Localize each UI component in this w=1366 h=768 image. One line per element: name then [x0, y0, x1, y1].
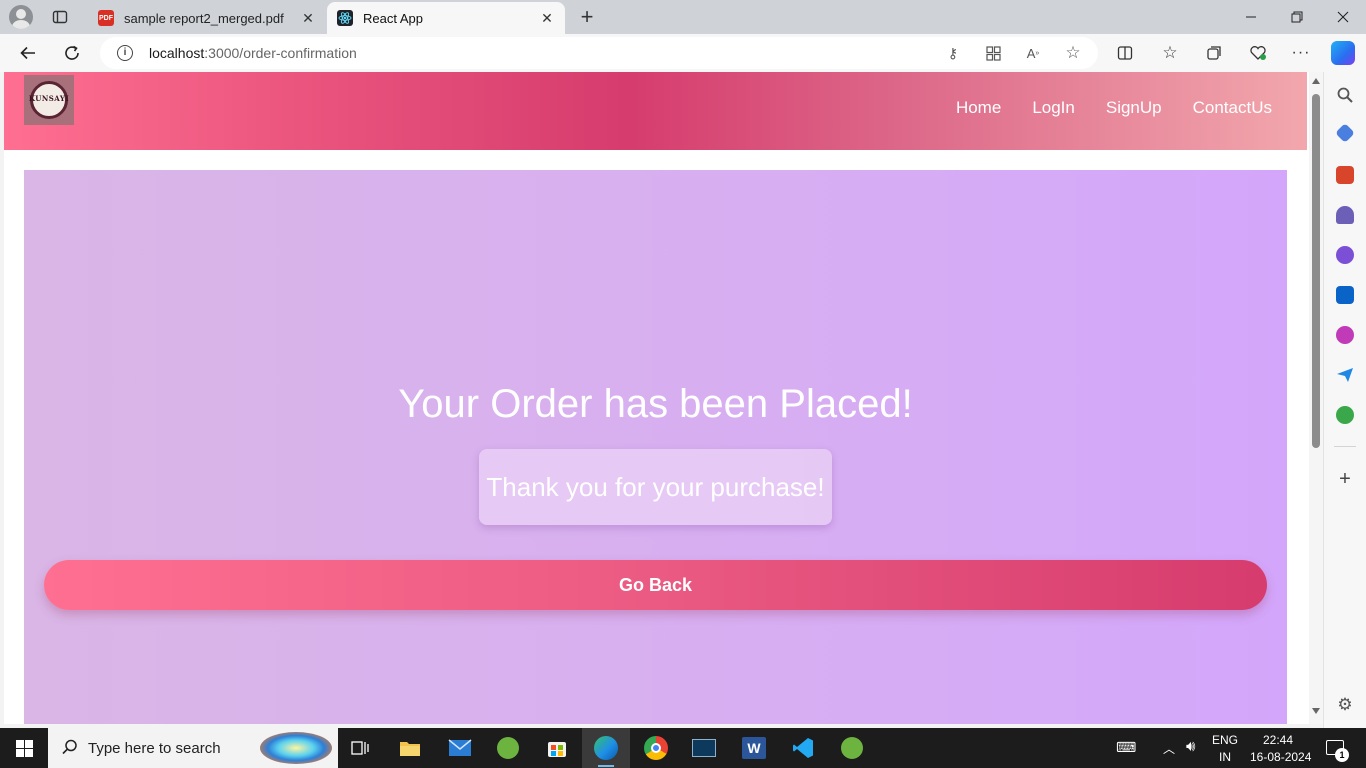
tab-react-app[interactable]: React App ✕ — [327, 2, 565, 34]
restore-icon[interactable] — [1274, 0, 1320, 34]
site-info-icon[interactable]: i — [117, 45, 133, 61]
search-icon — [62, 739, 78, 755]
page-scrollbar[interactable] — [1309, 72, 1323, 724]
app-available-icon[interactable] — [983, 43, 1003, 63]
volume-icon[interactable]: 🔊︎ — [1186, 738, 1195, 755]
task-view-icon[interactable] — [336, 728, 384, 768]
mail-icon[interactable] — [436, 728, 484, 768]
thank-you-box: Thank you for your purchase! — [479, 449, 832, 525]
spring-boot-icon[interactable] — [828, 728, 876, 768]
profile-icon[interactable] — [9, 5, 33, 29]
site-header: KUNSAYI Home LogIn SignUp ContactUs — [4, 72, 1307, 150]
url-host: localhost — [149, 45, 205, 61]
sidebar-divider — [1334, 446, 1356, 447]
games-icon[interactable] — [1336, 206, 1354, 224]
refresh-icon[interactable] — [58, 39, 86, 67]
nav-signup-link[interactable]: SignUp — [1106, 98, 1162, 118]
password-key-icon[interactable]: ⚷ — [943, 43, 963, 63]
browser-toolbar: i localhost:3000/order-confirmation ⚷ A»… — [0, 34, 1366, 72]
search-placeholder: Type here to search — [88, 740, 221, 757]
scrollbar-thumb[interactable] — [1312, 94, 1320, 448]
url-text: localhost:3000/order-confirmation — [149, 45, 357, 61]
search-highlight-art — [260, 732, 332, 764]
input-language[interactable]: ENG — [1212, 733, 1238, 747]
tab-strip: PDF sample report2_merged.pdf ✕ React Ap… — [0, 0, 1366, 34]
logo-text: KUNSAYI — [28, 94, 70, 103]
tab-title: sample report2_merged.pdf — [124, 10, 284, 26]
active-app-indicator — [598, 765, 614, 767]
collections-icon[interactable] — [1204, 43, 1224, 63]
show-hidden-icons-icon[interactable]: ︿ — [1163, 740, 1175, 757]
scroll-up-icon[interactable] — [1312, 78, 1320, 84]
react-icon — [337, 10, 353, 26]
tab-pdf[interactable]: PDF sample report2_merged.pdf ✕ — [88, 2, 326, 34]
file-explorer-icon[interactable] — [386, 728, 434, 768]
site-logo[interactable]: KUNSAYI — [24, 75, 74, 125]
search-icon[interactable] — [1336, 86, 1354, 104]
minimize-icon[interactable] — [1228, 0, 1274, 34]
add-sidebar-app-icon[interactable]: + — [1336, 469, 1354, 489]
clock-time[interactable]: 22:44 — [1263, 733, 1293, 747]
page-viewport: KUNSAYI Home LogIn SignUp ContactUs Your… — [4, 72, 1323, 724]
windows-taskbar: Type here to search W ⌨ ︿ 🔊︎ ENG IN 22:4 — [0, 728, 1366, 768]
chrome-icon[interactable] — [632, 728, 680, 768]
word-icon[interactable]: W — [730, 728, 778, 768]
go-back-button[interactable]: Go Back — [44, 560, 1267, 610]
notification-badge: 1 — [1335, 748, 1349, 762]
scroll-down-icon[interactable] — [1312, 708, 1320, 714]
order-confirmation-card: Your Order has been Placed! Thank you fo… — [24, 170, 1287, 724]
address-bar[interactable]: i localhost:3000/order-confirmation ⚷ A»… — [100, 37, 1098, 69]
tab-actions-icon[interactable] — [48, 5, 72, 29]
sidebar-settings-icon[interactable]: ⚙ — [1336, 696, 1354, 714]
new-tab-icon[interactable]: + — [575, 4, 599, 29]
order-confirmation-title: Your Order has been Placed! — [398, 382, 913, 426]
edge-sidebar: + ⚙ — [1323, 72, 1366, 728]
main-nav: Home LogIn SignUp ContactUs — [956, 98, 1272, 118]
outlook-icon[interactable] — [1336, 286, 1354, 304]
tree-icon[interactable] — [1336, 406, 1354, 424]
pdf-icon: PDF — [98, 10, 114, 26]
designer-icon[interactable] — [1336, 326, 1354, 344]
send-icon[interactable] — [1336, 366, 1354, 384]
more-menu-icon[interactable]: ··· — [1291, 43, 1311, 63]
close-tab-icon[interactable]: ✕ — [296, 6, 320, 30]
back-icon[interactable] — [14, 39, 42, 67]
nav-contact-link[interactable]: ContactUs — [1193, 98, 1272, 118]
favorites-icon[interactable]: ☆ — [1160, 43, 1180, 63]
microsoft-store-icon[interactable] — [533, 728, 581, 768]
close-window-icon[interactable] — [1320, 0, 1366, 34]
windows-logo-icon — [15, 739, 33, 757]
read-aloud-icon[interactable]: A» — [1023, 43, 1043, 63]
input-region[interactable]: IN — [1219, 750, 1231, 764]
copilot-icon[interactable] — [1331, 41, 1355, 65]
shopping-tag-icon[interactable] — [1335, 123, 1355, 143]
clock-date[interactable]: 16-08-2024 — [1250, 750, 1311, 764]
tab-title: React App — [363, 10, 423, 26]
edge-browser-icon[interactable] — [582, 728, 630, 768]
start-button[interactable] — [0, 728, 48, 768]
url-path: :3000/order-confirmation — [204, 45, 357, 61]
split-screen-icon[interactable] — [1115, 43, 1135, 63]
thank-you-message: Thank you for your purchase! — [486, 471, 825, 502]
microsoft-365-icon[interactable] — [1336, 246, 1354, 264]
browser-essentials-icon[interactable] — [1248, 43, 1268, 63]
favorite-star-icon[interactable]: ☆ — [1063, 43, 1083, 63]
taskbar-search[interactable]: Type here to search — [48, 728, 338, 768]
virtual-keyboard-icon[interactable]: ⌨ — [1116, 739, 1136, 756]
nav-home-link[interactable]: Home — [956, 98, 1001, 118]
vscode-icon[interactable] — [779, 728, 827, 768]
close-tab-icon[interactable]: ✕ — [535, 6, 559, 30]
tools-icon[interactable] — [1336, 166, 1354, 184]
mysql-workbench-icon[interactable] — [680, 728, 728, 768]
spring-tool-icon[interactable] — [484, 728, 532, 768]
nav-login-link[interactable]: LogIn — [1032, 98, 1075, 118]
